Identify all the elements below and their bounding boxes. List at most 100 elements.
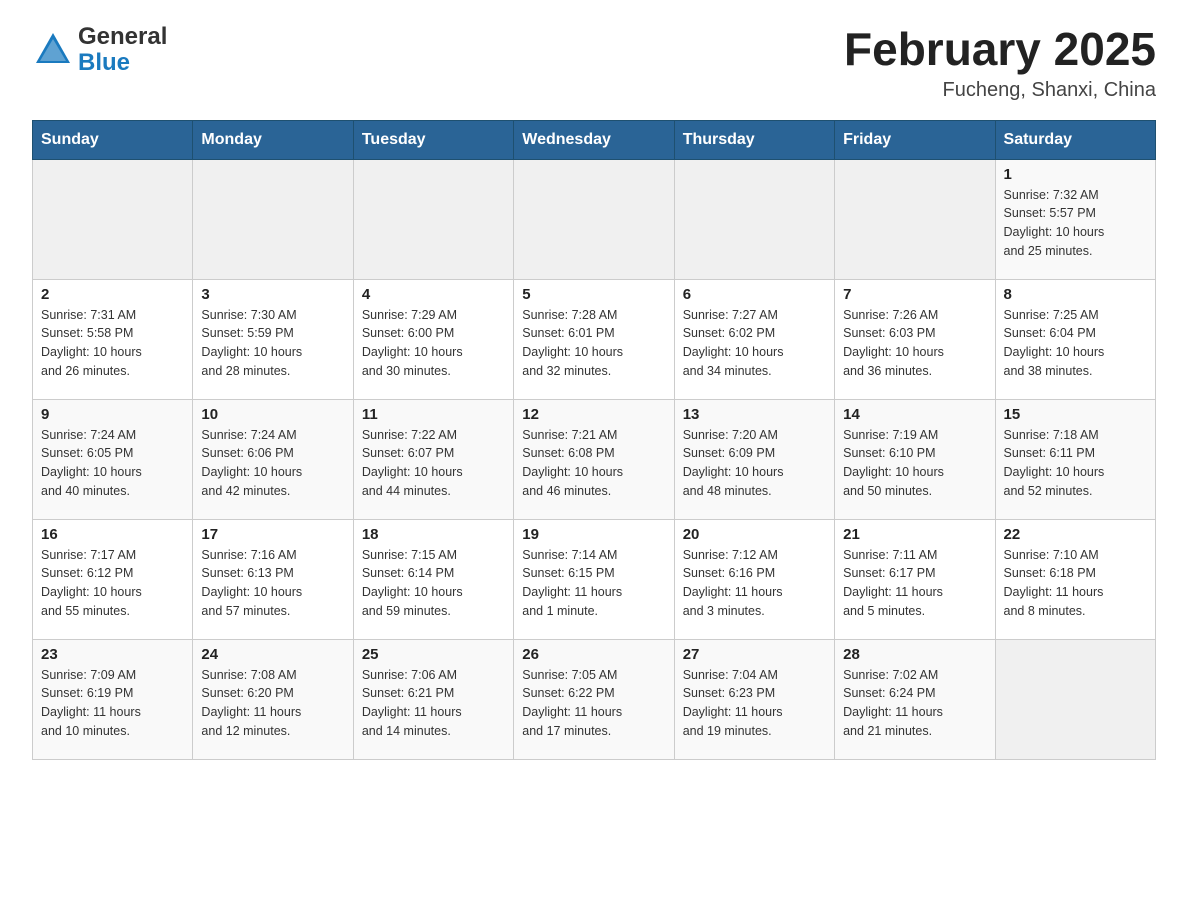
calendar-cell: 25 Sunrise: 7:06 AM Sunset: 6:21 PM Dayli… [353,639,513,759]
logo-icon [32,29,74,71]
location: Fucheng, Shanxi, China [844,79,1156,102]
calendar-table: Sunday Monday Tuesday Wednesday Thursday… [32,120,1156,760]
day-number: 12 [522,406,665,423]
calendar-cell: 15Sunrise: 7:18 AM Sunset: 6:11 PM Dayli… [995,399,1155,519]
calendar-cell: 23Sunrise: 7:09 AM Sunset: 6:19 PM Dayli… [33,639,193,759]
logo: General Blue [32,24,167,77]
logo-general-text: General [78,24,167,50]
day-number: 4 [362,286,505,303]
calendar-cell: 14 Sunrise: 7:19 AM Sunset: 6:10 PM Dayli… [835,399,995,519]
day-number: 17 [201,526,344,543]
day-info: Sunrise: 7:30 AM Sunset: 5:59 PM Dayligh… [201,306,344,381]
day-info: Sunrise: 7:12 AM Sunset: 6:16 PM Dayligh… [683,546,826,621]
calendar-cell: 8 Sunrise: 7:25 AM Sunset: 6:04 PM Daylig… [995,279,1155,399]
day-number: 25 [362,646,505,663]
day-info: Sunrise: 7:05 AM Sunset: 6:22 PM Dayligh… [522,666,665,741]
day-info: Sunrise: 7:10 AM Sunset: 6:18 PM Dayligh… [1004,546,1147,621]
calendar-cell: 12 Sunrise: 7:21 AM Sunset: 6:08 PM Dayli… [514,399,674,519]
calendar-cell: 3 Sunrise: 7:30 AM Sunset: 5:59 PM Daylig… [193,279,353,399]
day-info: Sunrise: 7:24 AM Sunset: 6:05 PM Dayligh… [41,426,184,501]
day-number: 3 [201,286,344,303]
day-info: Sunrise: 7:04 AM Sunset: 6:23 PM Dayligh… [683,666,826,741]
logo-name: General Blue [78,24,167,77]
calendar-cell [353,159,513,279]
day-number: 28 [843,646,986,663]
day-number: 10 [201,406,344,423]
day-number: 19 [522,526,665,543]
calendar-cell [514,159,674,279]
header: General Blue February 2025 Fucheng, Shan… [32,24,1156,102]
calendar-cell: 19 Sunrise: 7:14 AM Sunset: 6:15 PM Dayli… [514,519,674,639]
day-number: 21 [843,526,986,543]
day-info: Sunrise: 7:22 AM Sunset: 6:07 PM Dayligh… [362,426,505,501]
day-number: 5 [522,286,665,303]
calendar-cell: 22 Sunrise: 7:10 AM Sunset: 6:18 PM Dayli… [995,519,1155,639]
calendar-header-row: Sunday Monday Tuesday Wednesday Thursday… [33,120,1156,159]
day-number: 22 [1004,526,1147,543]
day-number: 13 [683,406,826,423]
calendar-cell [33,159,193,279]
day-info: Sunrise: 7:29 AM Sunset: 6:00 PM Dayligh… [362,306,505,381]
day-info: Sunrise: 7:26 AM Sunset: 6:03 PM Dayligh… [843,306,986,381]
day-info: Sunrise: 7:25 AM Sunset: 6:04 PM Dayligh… [1004,306,1147,381]
day-info: Sunrise: 7:20 AM Sunset: 6:09 PM Dayligh… [683,426,826,501]
day-number: 26 [522,646,665,663]
col-friday: Friday [835,120,995,159]
day-number: 6 [683,286,826,303]
calendar-cell [193,159,353,279]
calendar-week-1: 1 Sunrise: 7:32 AM Sunset: 5:57 PM Daylig… [33,159,1156,279]
calendar-cell: 18 Sunrise: 7:15 AM Sunset: 6:14 PM Dayli… [353,519,513,639]
day-info: Sunrise: 7:16 AM Sunset: 6:13 PM Dayligh… [201,546,344,621]
calendar-cell: 17 Sunrise: 7:16 AM Sunset: 6:13 PM Dayli… [193,519,353,639]
day-number: 20 [683,526,826,543]
day-number: 7 [843,286,986,303]
col-sunday: Sunday [33,120,193,159]
day-number: 8 [1004,286,1147,303]
calendar-cell: 26 Sunrise: 7:05 AM Sunset: 6:22 PM Dayli… [514,639,674,759]
calendar-week-4: 16 Sunrise: 7:17 AM Sunset: 6:12 PM Dayli… [33,519,1156,639]
calendar-cell: 7 Sunrise: 7:26 AM Sunset: 6:03 PM Daylig… [835,279,995,399]
col-thursday: Thursday [674,120,834,159]
calendar-cell: 21 Sunrise: 7:11 AM Sunset: 6:17 PM Dayli… [835,519,995,639]
day-number: 16 [41,526,184,543]
calendar-cell: 11 Sunrise: 7:22 AM Sunset: 6:07 PM Dayli… [353,399,513,519]
calendar-cell: 2Sunrise: 7:31 AM Sunset: 5:58 PM Daylig… [33,279,193,399]
day-info: Sunrise: 7:32 AM Sunset: 5:57 PM Dayligh… [1004,186,1147,261]
calendar-week-2: 2Sunrise: 7:31 AM Sunset: 5:58 PM Daylig… [33,279,1156,399]
day-number: 1 [1004,166,1147,183]
col-saturday: Saturday [995,120,1155,159]
col-tuesday: Tuesday [353,120,513,159]
day-info: Sunrise: 7:14 AM Sunset: 6:15 PM Dayligh… [522,546,665,621]
logo-blue-text: Blue [78,50,167,76]
title-area: February 2025 Fucheng, Shanxi, China [844,24,1156,102]
logo-area: General Blue [32,24,167,77]
calendar-cell: 10Sunrise: 7:24 AM Sunset: 6:06 PM Dayli… [193,399,353,519]
day-info: Sunrise: 7:18 AM Sunset: 6:11 PM Dayligh… [1004,426,1147,501]
day-info: Sunrise: 7:08 AM Sunset: 6:20 PM Dayligh… [201,666,344,741]
calendar-cell: 28 Sunrise: 7:02 AM Sunset: 6:24 PM Dayli… [835,639,995,759]
day-info: Sunrise: 7:02 AM Sunset: 6:24 PM Dayligh… [843,666,986,741]
day-number: 18 [362,526,505,543]
calendar-cell: 4 Sunrise: 7:29 AM Sunset: 6:00 PM Daylig… [353,279,513,399]
day-info: Sunrise: 7:21 AM Sunset: 6:08 PM Dayligh… [522,426,665,501]
calendar-cell [674,159,834,279]
col-monday: Monday [193,120,353,159]
day-number: 14 [843,406,986,423]
day-info: Sunrise: 7:06 AM Sunset: 6:21 PM Dayligh… [362,666,505,741]
day-info: Sunrise: 7:15 AM Sunset: 6:14 PM Dayligh… [362,546,505,621]
month-title: February 2025 [844,24,1156,75]
day-number: 24 [201,646,344,663]
day-info: Sunrise: 7:11 AM Sunset: 6:17 PM Dayligh… [843,546,986,621]
day-info: Sunrise: 7:28 AM Sunset: 6:01 PM Dayligh… [522,306,665,381]
day-info: Sunrise: 7:17 AM Sunset: 6:12 PM Dayligh… [41,546,184,621]
calendar-cell: 1 Sunrise: 7:32 AM Sunset: 5:57 PM Daylig… [995,159,1155,279]
day-number: 9 [41,406,184,423]
calendar-cell: 13 Sunrise: 7:20 AM Sunset: 6:09 PM Dayli… [674,399,834,519]
day-number: 11 [362,406,505,423]
calendar-cell: 6Sunrise: 7:27 AM Sunset: 6:02 PM Daylig… [674,279,834,399]
calendar-week-3: 9 Sunrise: 7:24 AM Sunset: 6:05 PM Daylig… [33,399,1156,519]
day-info: Sunrise: 7:19 AM Sunset: 6:10 PM Dayligh… [843,426,986,501]
calendar-cell: 27Sunrise: 7:04 AM Sunset: 6:23 PM Dayli… [674,639,834,759]
calendar-cell: 24 Sunrise: 7:08 AM Sunset: 6:20 PM Dayli… [193,639,353,759]
col-wednesday: Wednesday [514,120,674,159]
